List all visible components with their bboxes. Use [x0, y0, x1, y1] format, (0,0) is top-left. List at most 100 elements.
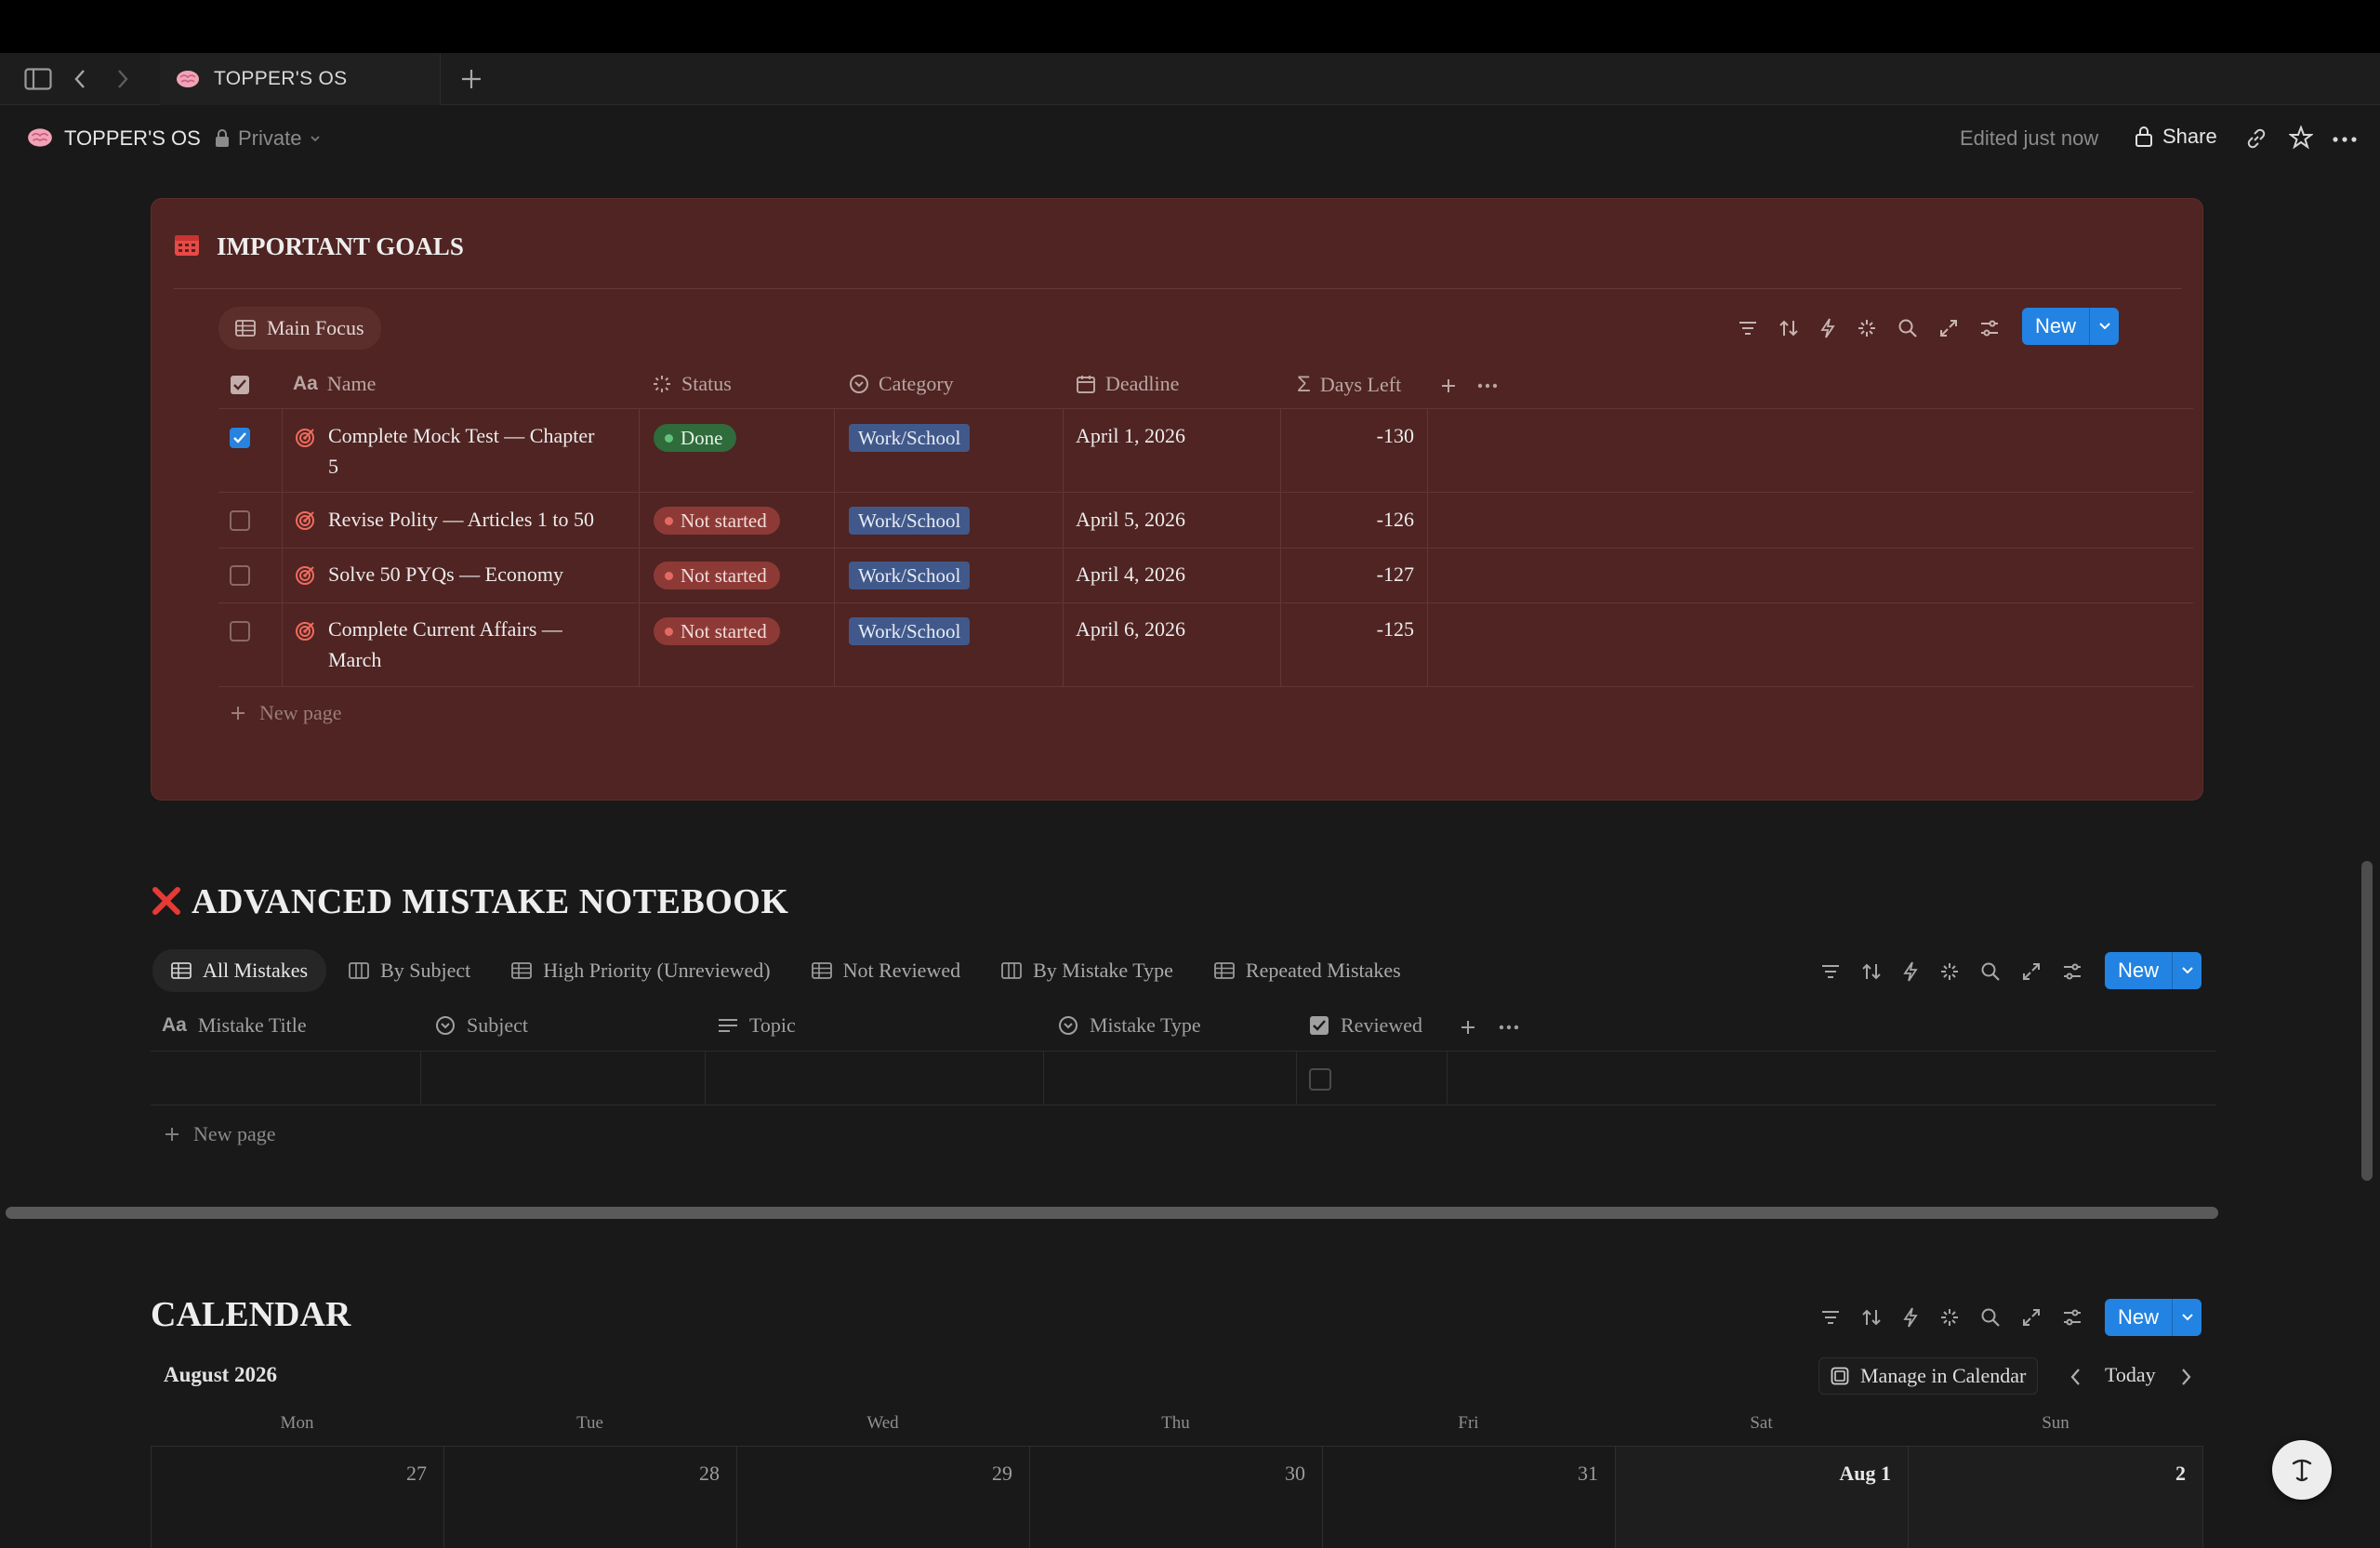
system-top-bar [0, 0, 2380, 53]
horizontal-scrollbar[interactable] [6, 1207, 2218, 1219]
column-header-topic[interactable]: Topic [718, 1013, 796, 1038]
table-row[interactable]: Revise Polity — Articles 1 to 50 Not sta… [152, 493, 2197, 548]
column-header-category[interactable]: Category [849, 372, 954, 396]
goal-name[interactable]: Complete Current Affairs — March [328, 614, 626, 675]
tab-all-mistakes[interactable]: All Mistakes [152, 949, 327, 992]
prev-month-icon[interactable] [2069, 1367, 2082, 1387]
more-options-icon[interactable] [2332, 136, 2358, 143]
category-badge[interactable]: Work/School [849, 617, 971, 645]
column-header-mistake-title[interactable]: Aa Mistake Title [162, 1013, 307, 1038]
chevron-down-icon[interactable] [2089, 308, 2119, 345]
calendar-day-cell[interactable]: 27 [152, 1447, 444, 1548]
status-badge[interactable]: Done [654, 424, 736, 452]
category-badge[interactable]: Work/School [849, 562, 971, 589]
chevron-down-icon[interactable] [2172, 952, 2202, 989]
settings-sliders-icon[interactable] [1979, 319, 2000, 337]
column-header-status[interactable]: Status [652, 372, 732, 396]
filter-icon[interactable] [1820, 963, 1841, 980]
settings-sliders-icon[interactable] [2062, 1308, 2082, 1327]
table-row[interactable]: Complete Current Affairs — March Not sta… [152, 603, 2197, 686]
link-icon[interactable] [2244, 126, 2268, 151]
row-checkbox[interactable] [230, 428, 250, 448]
goal-name[interactable]: Complete Mock Test — Chapter 5 [328, 420, 626, 482]
automation-bolt-icon[interactable] [1819, 318, 1836, 338]
reviewed-checkbox[interactable] [1309, 1068, 1331, 1091]
row-checkbox[interactable] [230, 510, 250, 531]
chevron-down-icon[interactable] [2172, 1299, 2202, 1336]
calendar-day-cell[interactable]: 28 [444, 1447, 737, 1548]
forward-icon[interactable] [115, 68, 130, 90]
calendar-day-cell[interactable]: Aug 1 [1616, 1447, 1909, 1548]
column-options-icon[interactable] [1499, 1025, 1519, 1030]
filter-icon[interactable] [1738, 320, 1758, 337]
back-icon[interactable] [73, 68, 87, 90]
table-row[interactable]: Solve 50 PYQs — Economy Not started Work… [152, 549, 2197, 602]
status-badge[interactable]: Not started [654, 562, 780, 589]
automation-bolt-icon[interactable] [1902, 961, 1919, 982]
tab-not-reviewed[interactable]: Not Reviewed [793, 949, 979, 992]
column-header-reviewed[interactable]: Reviewed [1309, 1013, 1422, 1038]
column-header-mistake-type[interactable]: Mistake Type [1058, 1013, 1201, 1038]
automation-bolt-icon[interactable] [1902, 1307, 1919, 1328]
search-icon[interactable] [1980, 1307, 2001, 1328]
ai-sparkle-icon[interactable] [1939, 1307, 1960, 1328]
column-options-icon[interactable] [1477, 383, 1498, 389]
sort-icon[interactable] [1861, 962, 1882, 981]
row-checkbox[interactable] [230, 621, 250, 642]
settings-sliders-icon[interactable] [2062, 962, 2082, 981]
expand-icon[interactable] [2021, 961, 2042, 982]
goal-name[interactable]: Revise Polity — Articles 1 to 50 [328, 504, 635, 535]
filter-icon[interactable] [1820, 1309, 1841, 1326]
calendar-day-cell[interactable]: 29 [737, 1447, 1030, 1548]
expand-icon[interactable] [1938, 318, 1959, 338]
sidebar-toggle-icon[interactable] [24, 68, 52, 90]
search-icon[interactable] [1897, 318, 1918, 338]
status-badge[interactable]: Not started [654, 617, 780, 645]
share-button[interactable]: Share [2135, 125, 2217, 149]
search-icon[interactable] [1980, 961, 2001, 982]
sort-icon[interactable] [1861, 1308, 1882, 1327]
calendar-new-button[interactable]: New [2105, 1299, 2202, 1336]
tab-repeated-mistakes[interactable]: Repeated Mistakes [1196, 949, 1420, 992]
manage-in-calendar-button[interactable]: Manage in Calendar [1818, 1357, 2039, 1395]
breadcrumb-title[interactable]: TOPPER'S OS [64, 126, 201, 151]
column-header-deadline[interactable]: Deadline [1076, 372, 1179, 396]
tab-high-priority[interactable]: High Priority (Unreviewed) [493, 949, 788, 992]
calendar-day-cell[interactable]: 31 [1323, 1447, 1616, 1548]
view-tab-main-focus[interactable]: Main Focus [218, 307, 381, 350]
mistakes-new-page-button[interactable]: New page [164, 1122, 276, 1146]
next-month-icon[interactable] [2179, 1367, 2192, 1387]
calendar-day-cell[interactable]: 2 [1909, 1447, 2203, 1548]
goals-new-button[interactable]: New [2022, 308, 2120, 345]
add-column-icon[interactable] [1460, 1019, 1476, 1036]
select-all-checkbox[interactable] [230, 375, 250, 395]
column-header-subject[interactable]: Subject [435, 1013, 528, 1038]
vertical-scrollbar[interactable] [2361, 861, 2373, 1181]
expand-icon[interactable] [2021, 1307, 2042, 1328]
ai-sparkle-icon[interactable] [1939, 961, 1960, 982]
star-icon[interactable] [2289, 126, 2313, 150]
status-dot [665, 433, 673, 443]
add-column-icon[interactable] [1440, 377, 1457, 394]
privacy-selector[interactable]: Private [214, 126, 322, 151]
column-header-days-left[interactable]: Σ Days Left [1297, 372, 1401, 398]
tab-by-mistake-type[interactable]: By Mistake Type [983, 949, 1192, 992]
new-tab-icon[interactable] [459, 67, 483, 91]
sort-icon[interactable] [1778, 319, 1799, 337]
category-badge[interactable]: Work/School [849, 507, 971, 535]
calendar-day-cell[interactable]: 30 [1030, 1447, 1323, 1548]
today-button[interactable]: Today [2105, 1363, 2156, 1387]
status-badge[interactable]: Not started [654, 507, 780, 535]
goals-new-page-button[interactable]: New page [230, 701, 342, 725]
row-checkbox[interactable] [230, 565, 250, 586]
tab-by-subject[interactable]: By Subject [330, 949, 489, 992]
table-row[interactable]: Complete Mock Test — Chapter 5 Done Work… [152, 409, 2197, 492]
category-badge[interactable]: Work/School [849, 424, 971, 452]
column-header-name[interactable]: Aa Name [293, 372, 376, 396]
goal-name[interactable]: Solve 50 PYQs — Economy [328, 559, 635, 589]
days-left-value: -127 [1376, 562, 1414, 586]
tab-toppers-os[interactable]: TOPPER'S OS [160, 53, 441, 105]
ai-assistant-button[interactable] [2272, 1440, 2332, 1500]
ai-sparkle-icon[interactable] [1857, 318, 1877, 338]
mistakes-new-button[interactable]: New [2105, 952, 2202, 989]
